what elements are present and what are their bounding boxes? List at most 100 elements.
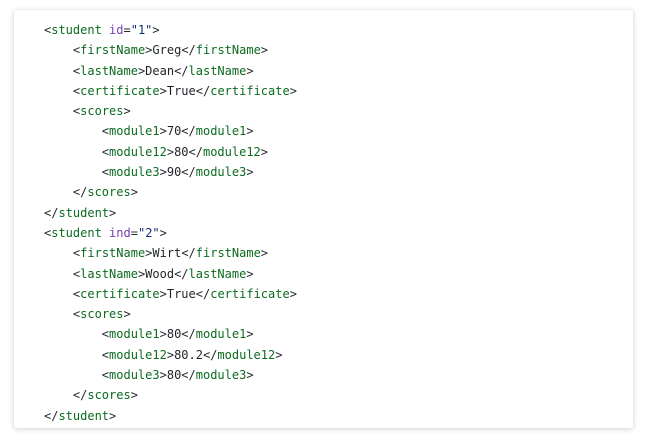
tag-name: module3 [195,368,247,383]
tag-name: lastName [80,266,138,281]
equals: = [123,23,131,37]
tag-bracket: > [246,165,254,180]
code-line: <lastName>Dean</lastName> [44,61,297,81]
tag-name: module3 [195,165,247,180]
tag-bracket: < [101,347,110,362]
tag-bracket: > [260,144,268,159]
tag-name: student [51,225,102,240]
tag-name: lastName [188,63,247,78]
attribute-value: "1" [130,23,153,37]
element-text: Greg [152,43,182,58]
tag-bracket: </ [181,165,196,180]
tag-bracket: < [101,165,110,180]
element-text: Dean [145,63,175,78]
tag-bracket: </ [181,43,196,58]
tag-bracket: </ [44,408,59,423]
element-text: 90 [166,165,182,180]
tag-bracket: > [166,347,175,362]
attribute-name: id [109,23,124,37]
tag-name: certificate [80,286,160,301]
code-line: </scores> [44,182,297,202]
tag-bracket: > [246,63,254,78]
code-line: <module1>80</module1> [44,324,297,344]
element-text: 80 [166,327,182,342]
code-line: <lastName>Wood</lastName> [44,264,297,284]
tag-name: scores [87,388,131,403]
code-line: <module12>80.2</module12> [44,345,297,365]
tag-name: firstName [80,246,146,261]
code-line: <module3>80</module3> [44,365,297,385]
tag-name: module12 [202,144,261,159]
tag-bracket: > [289,83,297,98]
tag-bracket: </ [181,327,196,342]
tag-bracket: > [159,327,167,342]
tag-bracket: </ [181,246,196,261]
tag-bracket: > [159,83,167,98]
tag-bracket: < [101,368,110,383]
element-text: True [166,286,196,301]
tag-name: student [51,23,102,37]
equals: = [130,225,138,240]
tag-bracket: </ [72,388,88,403]
tag-bracket: > [246,368,254,383]
tag-name: module3 [109,368,160,383]
tag-bracket: < [101,327,110,342]
tag-name: module1 [109,124,160,139]
tag-name: module12 [217,347,276,362]
tag-bracket: > [260,246,269,261]
xml-code: <student id="1"> <firstName>Greg</firstN… [44,20,297,426]
code-line: <firstName>Wirt</firstName> [44,243,297,263]
tag-name: module12 [109,144,167,159]
tag-name: scores [80,104,124,119]
tag-bracket: > [159,225,167,240]
tag-bracket: > [159,165,167,180]
tag-bracket: > [109,205,117,220]
tag-bracket: </ [174,266,189,281]
code-line: </student> [44,406,297,426]
tag-bracket: </ [195,83,211,98]
tag-name: module3 [109,165,160,180]
tag-name: scores [80,307,124,322]
element-text: 80.2 [174,347,203,362]
tag-bracket: > [159,124,167,139]
code-line: <certificate>True</certificate> [44,284,297,304]
tag-name: firstName [195,43,261,58]
tag-bracket: </ [174,63,189,78]
code-line: <module1>70</module1> [44,121,297,141]
tag-name: firstName [195,246,261,261]
tag-bracket: > [275,347,283,362]
element-text: 70 [166,124,182,139]
tag-bracket: > [246,266,254,281]
element-text: True [166,83,196,98]
code-block: <student id="1"> <firstName>Greg</firstN… [14,10,633,428]
tag-name: certificate [210,83,290,98]
tag-bracket: </ [181,368,196,383]
tag-name: module12 [109,347,167,362]
tag-bracket: > [159,286,167,301]
tag-bracket: > [123,104,131,119]
tag-bracket: < [101,144,110,159]
tag-bracket: < [101,124,110,139]
element-text: 80 [166,368,182,383]
tag-bracket: </ [181,124,196,139]
tag-bracket: > [246,327,254,342]
tag-bracket: > [260,43,269,58]
tag-name: lastName [80,63,138,78]
element-text: Wood [145,266,175,281]
code-line: <scores> [44,304,297,324]
tag-bracket: > [289,286,297,301]
tag-name: scores [87,185,131,200]
tag-bracket: > [123,307,131,322]
